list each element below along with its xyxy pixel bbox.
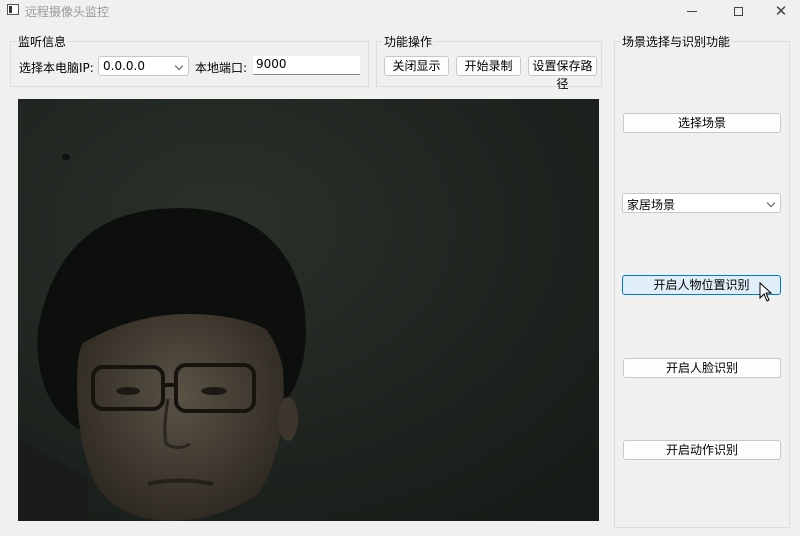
port-input[interactable]: 9000 [253, 56, 360, 75]
scene-select[interactable]: 家居场景 [622, 193, 781, 213]
ip-label: 选择本电脑IP: [19, 61, 94, 75]
ip-select-value: 0.0.0.0 [103, 59, 145, 73]
minimize-button[interactable] [669, 0, 715, 22]
title-bar: 远程摄像头监控 ✕ [0, 0, 800, 22]
chevron-down-icon [766, 198, 776, 208]
face-recognition-button[interactable]: 开启人脸识别 [623, 358, 781, 378]
person-position-recognition-button[interactable]: 开启人物位置识别 [622, 275, 781, 295]
camera-video-feed [18, 99, 599, 521]
maximize-icon [733, 6, 743, 16]
minimize-icon [687, 10, 697, 12]
window-title: 远程摄像头监控 [25, 5, 110, 19]
ip-select[interactable]: 0.0.0.0 [98, 56, 189, 76]
port-label: 本地端口: [195, 61, 248, 75]
chevron-down-icon [174, 61, 184, 71]
close-button[interactable]: ✕ [758, 0, 800, 22]
select-scene-button[interactable]: 选择场景 [623, 113, 781, 133]
close-display-button[interactable]: 关闭显示 [384, 56, 449, 76]
scene-group-title: 场景选择与识别功能 [620, 33, 733, 50]
action-recognition-button[interactable]: 开启动作识别 [623, 440, 781, 460]
set-save-path-button[interactable]: 设置保存路径 [528, 56, 597, 91]
scene-select-value: 家居场景 [627, 198, 676, 212]
listen-info-title: 监听信息 [16, 33, 69, 50]
close-icon: ✕ [774, 1, 788, 20]
maximize-button[interactable] [715, 0, 761, 22]
start-record-button[interactable]: 开始录制 [456, 56, 521, 76]
app-icon [7, 4, 19, 15]
mouse-pointer-icon [759, 282, 773, 302]
function-ops-title: 功能操作 [382, 33, 435, 50]
camera-frame-image [18, 99, 599, 521]
